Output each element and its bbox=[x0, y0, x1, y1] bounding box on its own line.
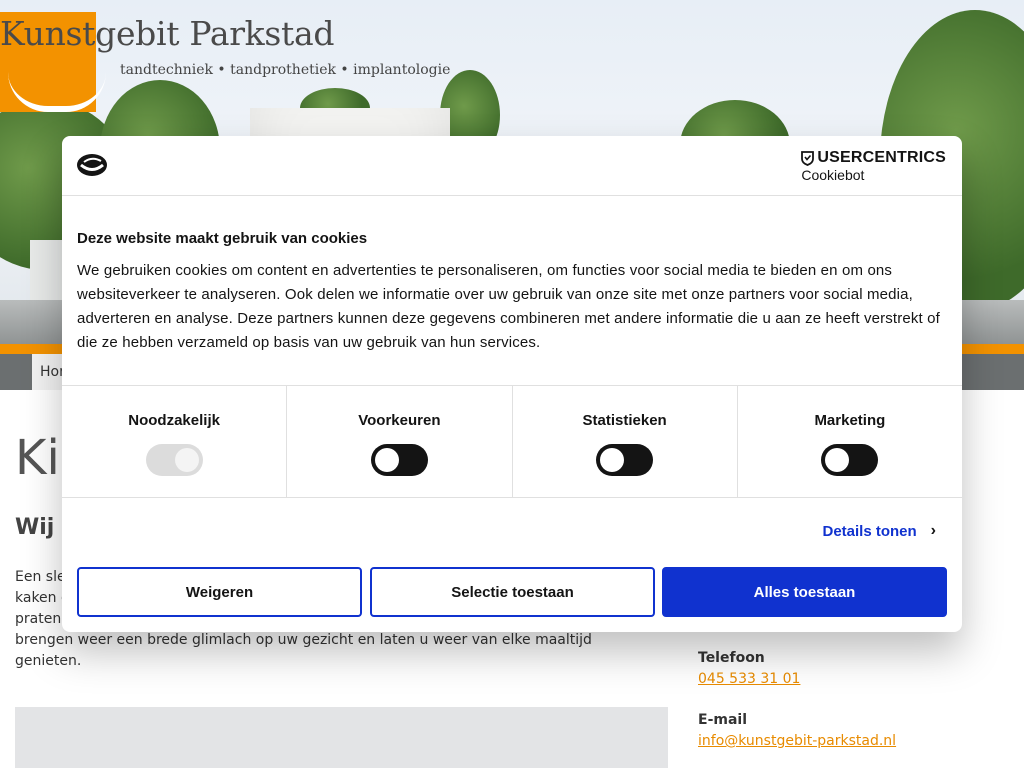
logo-title[interactable]: Kunstgebit Parkstad bbox=[0, 14, 334, 53]
category-preferences: Voorkeuren bbox=[287, 386, 513, 497]
cookie-dialog-body: Deze website maakt gebruik van cookies W… bbox=[77, 230, 947, 355]
nav-item-home[interactable]: Home bbox=[32, 354, 62, 390]
details-label: Details tonen bbox=[822, 522, 917, 540]
email-label: E-mail bbox=[698, 712, 748, 728]
phone-link[interactable]: 045 533 31 01 bbox=[698, 671, 800, 687]
toggle-preferences[interactable] bbox=[370, 444, 428, 476]
shield-icon bbox=[801, 150, 815, 166]
chevron-right-icon: › bbox=[930, 522, 936, 539]
toggle-necessary bbox=[145, 444, 203, 476]
cookie-dialog-title: Deze website maakt gebruik van cookies bbox=[77, 230, 368, 247]
usercentrics-brand[interactable]: USERCENTRICS Cookiebot bbox=[801, 149, 946, 183]
cookie-dialog-header: USERCENTRICS Cookiebot bbox=[62, 136, 962, 196]
show-details-link[interactable]: Details tonen › bbox=[822, 522, 936, 540]
category-label: Voorkeuren bbox=[358, 412, 441, 429]
category-label: Noodzakelijk bbox=[128, 412, 220, 429]
category-necessary: Noodzakelijk bbox=[62, 386, 288, 497]
brand-product: Cookiebot bbox=[801, 167, 865, 183]
toggle-marketing[interactable] bbox=[821, 444, 879, 476]
allow-all-button[interactable]: Alles toestaan bbox=[662, 567, 947, 617]
cookie-category-toggles: Noodzakelijk Voorkeuren Statistieken Mar… bbox=[62, 385, 962, 498]
logo-subtitle: tandtechniek • tandprothetiek • implanto… bbox=[120, 62, 451, 78]
cookie-dialog-text: We gebruiken cookies om content en adver… bbox=[77, 262, 940, 351]
category-label: Statistieken bbox=[582, 412, 667, 429]
brand-name: USERCENTRICS bbox=[817, 149, 946, 166]
page: Kunstgebit Parkstad tandtechniek • tandp… bbox=[0, 0, 1024, 768]
cookiebot-icon bbox=[77, 154, 107, 176]
paragraph-line: brengen weer een brede glimlach op uw ge… bbox=[15, 632, 592, 669]
cookie-consent-dialog: USERCENTRICS Cookiebot Deze website maak… bbox=[62, 136, 962, 632]
category-label: Marketing bbox=[814, 412, 886, 429]
toggle-statistics[interactable] bbox=[596, 444, 654, 476]
deny-button[interactable]: Weigeren bbox=[77, 567, 362, 617]
category-statistics: Statistieken bbox=[513, 386, 738, 497]
phone-label: Telefoon bbox=[698, 650, 765, 666]
category-marketing: Marketing bbox=[738, 386, 962, 497]
email-link[interactable]: info@kunstgebit-parkstad.nl bbox=[698, 733, 896, 749]
allow-selection-button[interactable]: Selectie toestaan bbox=[370, 567, 655, 617]
content-image-placeholder bbox=[15, 707, 668, 768]
